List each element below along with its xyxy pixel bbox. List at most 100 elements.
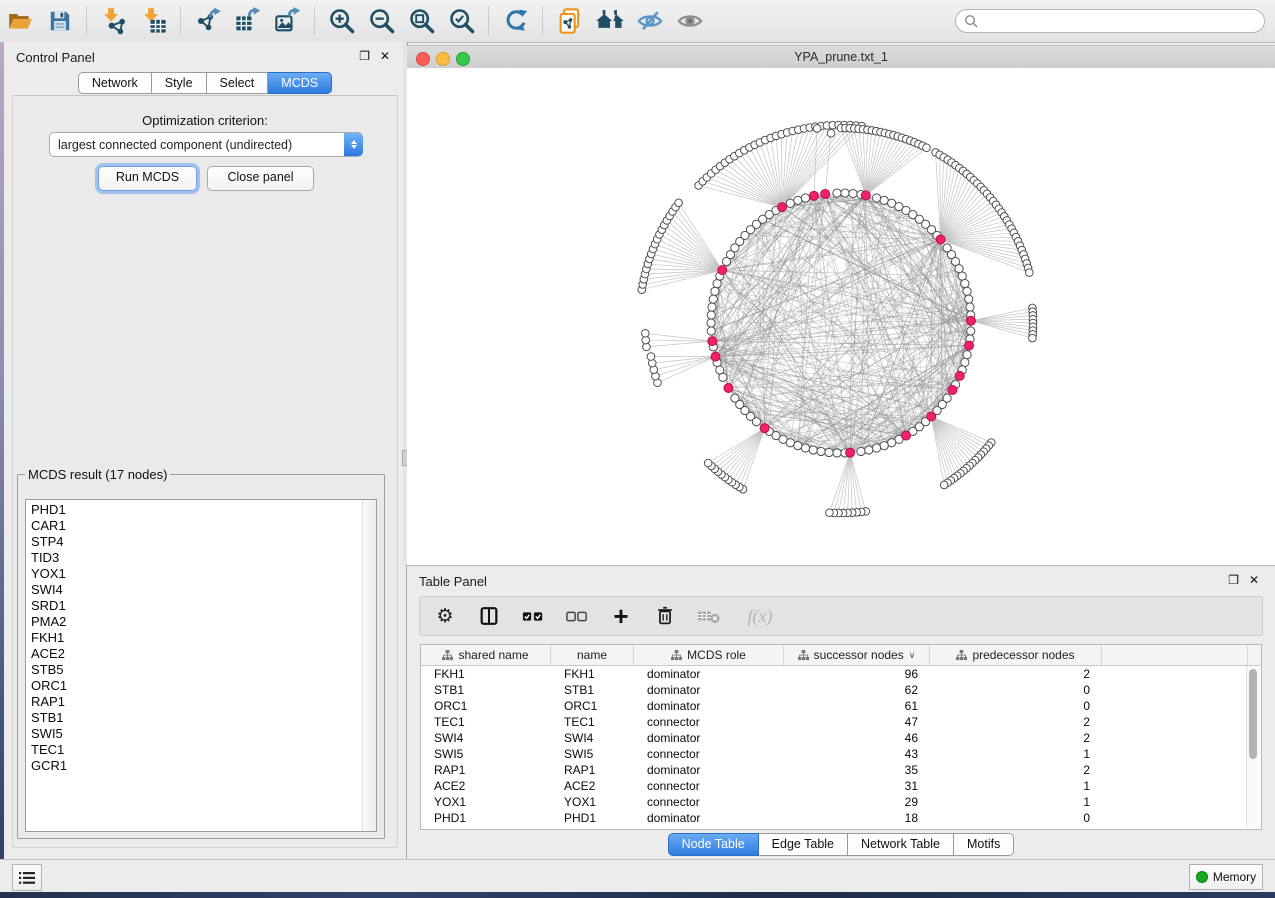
network-leaf-node[interactable] bbox=[826, 509, 834, 517]
network-leaf-node[interactable] bbox=[813, 125, 821, 133]
network-leaf-node[interactable] bbox=[675, 199, 683, 207]
float-table-panel-icon[interactable]: ❐ bbox=[1228, 574, 1239, 586]
network-leaf-node[interactable] bbox=[641, 329, 649, 337]
tab-motifs[interactable]: Motifs bbox=[954, 833, 1014, 856]
table-row[interactable]: SWI5SWI5connector431 bbox=[421, 746, 1261, 762]
criterion-select[interactable]: largest connected component (undirected) bbox=[49, 132, 363, 157]
network-node[interactable] bbox=[801, 444, 809, 452]
column-header-successor-nodes[interactable]: successor nodes∨ bbox=[784, 645, 930, 665]
network-node[interactable] bbox=[731, 394, 739, 402]
float-panel-icon[interactable]: ❐ bbox=[359, 50, 370, 62]
network-node[interactable] bbox=[825, 448, 833, 456]
mcds-hub-node[interactable] bbox=[966, 316, 975, 325]
show-eye-icon[interactable] bbox=[670, 4, 710, 38]
network-leaf-node[interactable] bbox=[704, 459, 712, 467]
table-scrollbar-thumb[interactable] bbox=[1249, 669, 1257, 759]
mcds-list-scrollbar[interactable] bbox=[362, 500, 376, 831]
column-header-MCDS-role[interactable]: MCDS role bbox=[634, 645, 784, 665]
table-row[interactable]: ORC1ORC1dominator610 bbox=[421, 698, 1261, 714]
network-node[interactable] bbox=[967, 327, 975, 335]
node-table[interactable]: shared namenameMCDS rolesuccessor nodes∨… bbox=[420, 644, 1262, 830]
select-all-columns-icon[interactable] bbox=[520, 603, 546, 629]
export-network-icon[interactable] bbox=[188, 4, 228, 38]
delete-column-icon[interactable] bbox=[652, 603, 678, 629]
network-graph[interactable] bbox=[407, 68, 1275, 562]
mcds-hub-node[interactable] bbox=[861, 191, 870, 200]
network-leaf-node[interactable] bbox=[647, 353, 655, 361]
mcds-result-item[interactable]: CAR1 bbox=[26, 518, 362, 534]
save-session-icon[interactable] bbox=[40, 4, 80, 38]
open-file-icon[interactable] bbox=[0, 4, 40, 38]
mcds-hub-node[interactable] bbox=[902, 431, 911, 440]
network-leaf-node[interactable] bbox=[827, 129, 835, 137]
network-node[interactable] bbox=[857, 447, 865, 455]
mcds-result-item[interactable]: GCR1 bbox=[26, 758, 362, 774]
network-node[interactable] bbox=[809, 446, 817, 454]
mcds-hub-node[interactable] bbox=[708, 337, 717, 346]
tab-style[interactable]: Style bbox=[152, 72, 207, 94]
mcds-result-item[interactable]: FKH1 bbox=[26, 630, 362, 646]
mcds-hub-node[interactable] bbox=[809, 191, 818, 200]
mcds-hub-node[interactable] bbox=[821, 189, 830, 198]
tab-mcds[interactable]: MCDS bbox=[268, 72, 332, 94]
table-row[interactable]: SWI4SWI4dominator462 bbox=[421, 730, 1261, 746]
mcds-result-item[interactable]: SRD1 bbox=[26, 598, 362, 614]
mcds-hub-node[interactable] bbox=[711, 352, 720, 361]
tab-select[interactable]: Select bbox=[207, 72, 269, 94]
network-node[interactable] bbox=[711, 287, 719, 295]
network-leaf-node[interactable] bbox=[923, 144, 931, 152]
network-node[interactable] bbox=[841, 189, 849, 197]
column-header-shared-name[interactable]: shared name bbox=[421, 645, 551, 665]
mcds-hub-node[interactable] bbox=[965, 341, 974, 350]
mcds-hub-node[interactable] bbox=[948, 385, 957, 394]
network-node[interactable] bbox=[872, 444, 880, 452]
mcds-result-item[interactable]: YOX1 bbox=[26, 566, 362, 582]
network-node[interactable] bbox=[713, 279, 721, 287]
table-row[interactable]: STB1STB1dominator620 bbox=[421, 682, 1261, 698]
zoom-fit-icon[interactable] bbox=[402, 4, 442, 38]
home-icon[interactable] bbox=[590, 4, 630, 38]
network-node[interactable] bbox=[963, 287, 971, 295]
mcds-result-item[interactable]: ACE2 bbox=[26, 646, 362, 662]
network-node[interactable] bbox=[965, 295, 973, 303]
network-node[interactable] bbox=[963, 351, 971, 359]
mcds-result-item[interactable]: SWI4 bbox=[26, 582, 362, 598]
network-leaf-node[interactable] bbox=[940, 481, 948, 489]
network-node[interactable] bbox=[707, 311, 715, 319]
tab-node-table[interactable]: Node Table bbox=[668, 833, 759, 856]
network-node[interactable] bbox=[961, 279, 969, 287]
tab-network-table[interactable]: Network Table bbox=[848, 833, 954, 856]
mcds-result-item[interactable]: STB1 bbox=[26, 710, 362, 726]
column-header-name[interactable]: name bbox=[551, 645, 634, 665]
add-column-icon[interactable]: + bbox=[608, 603, 634, 629]
zoom-out-icon[interactable] bbox=[362, 4, 402, 38]
deselect-all-columns-icon[interactable] bbox=[564, 603, 590, 629]
mcds-hub-node[interactable] bbox=[955, 371, 964, 380]
import-table-icon[interactable] bbox=[134, 4, 174, 38]
network-node[interactable] bbox=[880, 442, 888, 450]
network-node[interactable] bbox=[865, 446, 873, 454]
mcds-result-item[interactable]: PMA2 bbox=[26, 614, 362, 630]
mcds-hub-node[interactable] bbox=[724, 384, 733, 393]
table-row[interactable]: PHD1PHD1dominator180 bbox=[421, 810, 1261, 826]
network-node[interactable] bbox=[833, 449, 841, 457]
table-row[interactable]: RAP1RAP1dominator352 bbox=[421, 762, 1261, 778]
network-node[interactable] bbox=[716, 366, 724, 374]
network-node[interactable] bbox=[849, 189, 857, 197]
network-node[interactable] bbox=[966, 303, 974, 311]
mcds-result-item[interactable]: ORC1 bbox=[26, 678, 362, 694]
clone-network-icon[interactable] bbox=[550, 4, 590, 38]
table-row[interactable]: ACE2ACE2connector311 bbox=[421, 778, 1261, 794]
export-table-icon[interactable] bbox=[228, 4, 268, 38]
column-header-predecessor-nodes[interactable]: predecessor nodes bbox=[930, 645, 1102, 665]
zoom-in-icon[interactable] bbox=[322, 4, 362, 38]
show-columns-icon[interactable] bbox=[476, 603, 502, 629]
table-row[interactable]: TEC1TEC1connector472 bbox=[421, 714, 1261, 730]
network-node[interactable] bbox=[801, 194, 809, 202]
memory-button[interactable]: Memory bbox=[1189, 864, 1263, 890]
mcds-result-item[interactable]: TID3 bbox=[26, 550, 362, 566]
mcds-hub-node[interactable] bbox=[927, 412, 936, 421]
network-node[interactable] bbox=[958, 272, 966, 280]
network-canvas[interactable] bbox=[407, 68, 1275, 565]
network-node[interactable] bbox=[817, 447, 825, 455]
